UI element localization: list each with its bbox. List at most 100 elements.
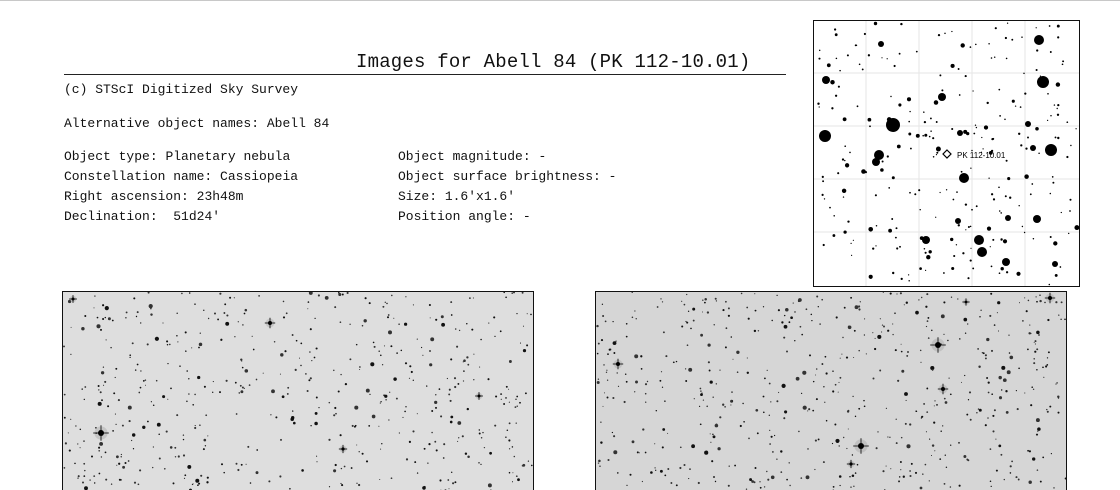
sky-star: [98, 446, 101, 449]
sky-star: [887, 330, 889, 332]
sky-star: [162, 395, 166, 399]
sky-star: [807, 410, 809, 412]
sky-star: [280, 438, 282, 441]
sky-star: [150, 401, 152, 403]
dss-image-narrow[interactable]: [595, 291, 1067, 490]
chart-star: [1023, 231, 1026, 234]
sky-star: [472, 297, 474, 299]
chart-star: [868, 226, 874, 232]
alt-names-value: Abell 84: [266, 116, 330, 131]
sky-star: [1028, 480, 1032, 484]
sky-star: [644, 392, 647, 395]
chart-star: [1061, 63, 1064, 66]
sky-star: [70, 418, 72, 420]
sky-star: [120, 453, 123, 456]
constellation-line: Constellation name: Cassiopeia: [64, 167, 298, 187]
sky-star: [664, 474, 667, 477]
sky-star: [789, 484, 791, 487]
sky-star: [351, 424, 354, 427]
chart-star: [923, 111, 925, 113]
sky-star: [872, 377, 875, 380]
sky-star: [489, 451, 492, 455]
sky-star: [83, 440, 85, 442]
sky-star: [1027, 348, 1029, 351]
sky-star: [279, 373, 281, 375]
chart-star: [945, 189, 948, 191]
sky-star: [948, 377, 950, 379]
sky-star: [979, 315, 981, 318]
sky-star: [111, 319, 114, 322]
sky-star: [81, 326, 85, 331]
sky-star: [679, 466, 682, 470]
chart-star: [992, 198, 996, 201]
chart-star: [926, 255, 931, 260]
sky-star: [960, 381, 963, 383]
chart-star: [872, 158, 880, 166]
dss-image-wide-canvas: [63, 292, 533, 490]
sky-star: [183, 477, 186, 480]
chart-star: [953, 254, 956, 258]
sky-star: [688, 478, 690, 480]
sky-star: [152, 446, 155, 448]
chart-star: [936, 151, 939, 154]
sky-star: [339, 321, 342, 324]
sky-star: [516, 395, 519, 398]
sky-star: [104, 380, 107, 383]
sky-star: [877, 334, 882, 339]
sky-star: [98, 449, 101, 452]
sky-star: [998, 375, 1002, 380]
sky-star: [416, 472, 419, 474]
sky-star: [754, 309, 757, 312]
chart-star: [1037, 76, 1049, 88]
sky-star: [356, 482, 358, 484]
chart-star: [1046, 119, 1049, 122]
sky-star: [906, 444, 911, 449]
sky-star: [928, 480, 930, 482]
sky-star: [120, 456, 122, 458]
sky-star: [712, 396, 714, 398]
sky-star: [199, 424, 201, 426]
chart-star: [918, 189, 921, 192]
sky-star: [714, 297, 717, 300]
sky-star: [102, 317, 105, 321]
sky-star: [664, 400, 666, 402]
chart-star: [919, 236, 924, 240]
sky-star: [902, 475, 905, 478]
sky-star: [850, 296, 853, 299]
prop-value: -: [608, 169, 617, 184]
sky-star: [96, 324, 101, 329]
sky-star: [412, 304, 414, 306]
dss-image-wide[interactable]: [62, 291, 534, 490]
sky-star: [1039, 299, 1042, 303]
sky-star: [162, 322, 164, 324]
sky-star: [1057, 411, 1060, 414]
sky-star: [423, 447, 426, 450]
chart-star: [960, 43, 965, 48]
sky-star: [488, 322, 490, 324]
sky-star: [137, 483, 140, 486]
sky-star: [665, 355, 668, 358]
sky-star: [256, 449, 259, 451]
sky-star: [766, 470, 768, 473]
chart-star: [867, 117, 872, 122]
sky-star: [300, 364, 302, 367]
sky-star: [895, 442, 898, 445]
sky-star: [122, 465, 126, 469]
sky-star: [770, 401, 772, 403]
chart-star: [1031, 183, 1034, 185]
sky-star: [94, 295, 96, 297]
prop-value: Cassiopeia: [220, 169, 299, 184]
sky-star: [464, 452, 468, 455]
sky-star: [615, 340, 617, 342]
page-title: Images for Abell 84 (PK 112-10.01): [356, 51, 751, 73]
sky-star: [854, 472, 857, 474]
sky-star: [442, 457, 445, 459]
sky-star: [626, 484, 628, 486]
sky-star: [393, 377, 397, 381]
sky-star: [802, 405, 807, 410]
sky-star: [625, 335, 628, 338]
chart-star: [935, 121, 938, 123]
sky-star: [596, 324, 599, 328]
sky-star: [176, 312, 178, 315]
finder-chart[interactable]: PK 112-10.01: [813, 20, 1080, 287]
